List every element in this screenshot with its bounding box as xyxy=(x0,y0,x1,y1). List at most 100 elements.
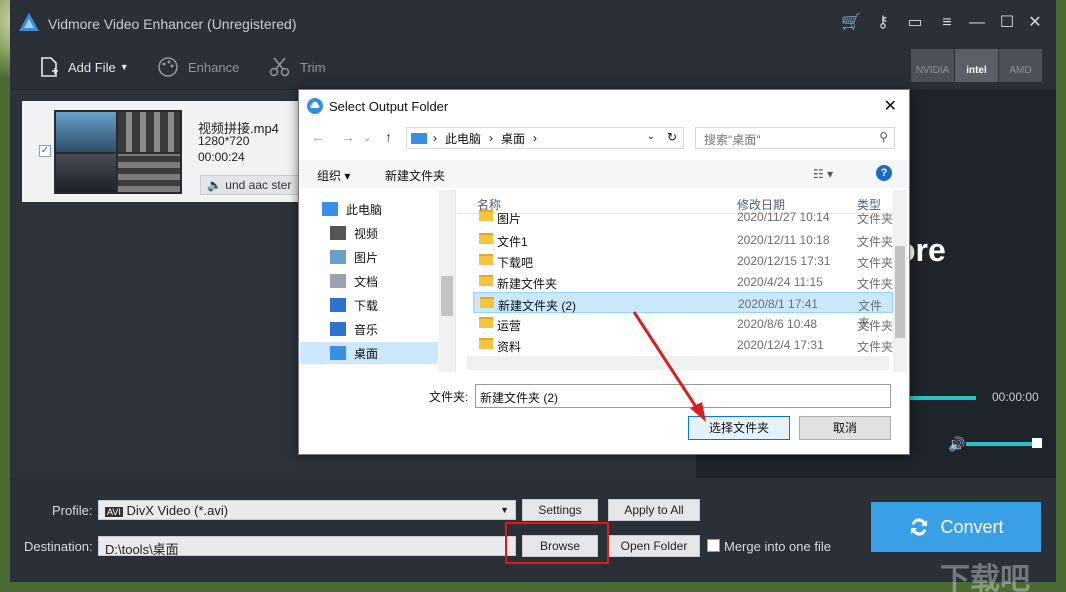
new-folder-button[interactable]: 新建文件夹 xyxy=(385,167,445,184)
folder-row[interactable]: 文件1 2020/12/11 10:18 文件夹 xyxy=(473,229,893,250)
nav-item-label: 下载 xyxy=(354,298,379,313)
merge-checkbox[interactable] xyxy=(707,539,720,552)
select-folder-button[interactable]: 选择文件夹 xyxy=(688,416,790,440)
settings-button[interactable]: Settings xyxy=(522,499,598,521)
breadcrumb-desktop[interactable]: 桌面 xyxy=(501,130,525,147)
folder-icon xyxy=(479,210,493,221)
folder-row-selected[interactable]: 新建文件夹 (2) 2020/8/1 17:41 文件夹 xyxy=(473,292,893,330)
minimize-icon[interactable]: — xyxy=(966,12,988,34)
close-icon[interactable]: ✕ xyxy=(1024,12,1046,34)
add-file-button[interactable]: Add File ▼ xyxy=(38,54,129,80)
nav-item-desktop[interactable]: 桌面 xyxy=(300,342,438,364)
select-folder-label: 选择文件夹 xyxy=(708,421,769,435)
trim-button[interactable]: Trim xyxy=(268,54,326,80)
folder-name: 下载吧 xyxy=(497,256,534,270)
folder-row[interactable]: 资料 2020/12/4 17:31 文件夹 xyxy=(473,334,893,355)
nav-scrollbar-thumb[interactable] xyxy=(441,276,453,316)
folder-name: 新建文件夹 (2) xyxy=(498,299,577,313)
cancel-button[interactable]: 取消 xyxy=(799,416,891,440)
file-card[interactable]: ✓ 视频拼接.mp4 1280*720 00:00:24 🔈 und aac s… xyxy=(22,101,312,202)
folder-name: 图片 xyxy=(497,212,522,224)
list-scrollbar-thumb[interactable] xyxy=(895,246,905,338)
volume-slider-handle[interactable] xyxy=(1032,438,1042,448)
desktop-folder-icon xyxy=(330,346,346,360)
open-folder-label: Open Folder xyxy=(620,539,688,553)
avi-icon: AVI xyxy=(105,507,123,517)
menu-icon[interactable]: ≡ xyxy=(936,12,958,34)
folder-date: 2020/12/15 17:31 xyxy=(737,254,831,268)
address-dropdown-icon[interactable]: ⌄ xyxy=(647,131,655,142)
hw-amd-button[interactable]: AMD xyxy=(999,49,1042,82)
folder-type: 文件夹 xyxy=(857,212,893,224)
cart-icon[interactable]: 🛒 xyxy=(840,12,862,34)
enhance-button[interactable]: Enhance xyxy=(156,54,239,80)
folder-date: 2020/8/6 10:48 xyxy=(737,317,818,331)
nav-item-label: 桌面 xyxy=(354,346,379,361)
apply-to-all-button[interactable]: Apply to All xyxy=(608,499,700,521)
forward-arrow-icon[interactable]: → xyxy=(341,129,355,145)
back-arrow-icon[interactable]: ← xyxy=(311,129,325,145)
music-note-icon xyxy=(330,322,346,336)
chat-icon[interactable]: ▭ xyxy=(904,12,926,34)
folder-type: 文件夹 xyxy=(857,319,894,333)
video-thumbnail xyxy=(54,110,182,194)
search-input[interactable]: 搜索"桌面" ⚲ xyxy=(695,127,895,149)
cloud-app-icon xyxy=(307,98,323,114)
breadcrumb-separator-icon: › xyxy=(433,131,437,145)
playback-progress-bar[interactable] xyxy=(906,396,976,400)
folder-type: 文件夹 xyxy=(857,340,894,354)
folder-row[interactable]: 新建文件夹 2020/4/24 11:15 文件夹 xyxy=(473,271,893,292)
refresh-icon[interactable]: ↻ xyxy=(667,130,677,144)
audio-track-select[interactable]: 🔈 und aac ster xyxy=(200,175,312,195)
folder-name-value: 新建文件夹 (2) xyxy=(480,391,559,405)
volume-slider[interactable] xyxy=(966,442,1036,446)
trim-label: Trim xyxy=(300,59,326,75)
hw-nvidia-label: NVIDIA xyxy=(915,65,950,76)
scissors-icon xyxy=(269,57,290,77)
help-icon[interactable]: ? xyxy=(876,165,892,181)
breadcrumb-separator-icon: › xyxy=(489,131,494,145)
list-scrollbar[interactable] xyxy=(893,190,907,372)
breadcrumb-this-pc[interactable]: 此电脑 xyxy=(445,130,481,147)
app-logo-icon xyxy=(19,13,39,31)
folder-icon xyxy=(479,254,493,265)
add-file-icon xyxy=(41,57,58,77)
file-checkbox[interactable]: ✓ xyxy=(39,145,51,157)
horizontal-scrollbar[interactable] xyxy=(467,356,889,370)
enhance-label: Enhance xyxy=(188,59,240,75)
convert-icon xyxy=(911,518,928,536)
breadcrumb-separator-icon: › xyxy=(533,131,538,145)
folder-type: 文件夹 xyxy=(857,235,894,249)
folder-row[interactable]: 图片 2020/11/27 10:14 文件夹 xyxy=(473,210,893,224)
dialog-close-icon[interactable]: ✕ xyxy=(884,96,897,116)
organize-menu[interactable]: 组织 ▾ xyxy=(317,167,350,184)
nav-item-label: 图片 xyxy=(354,250,379,265)
folder-icon xyxy=(480,297,494,308)
video-folder-icon xyxy=(330,226,346,240)
folder-name-input[interactable]: 新建文件夹 (2) xyxy=(475,384,891,408)
select-folder-dialog: Select Output Folder ✕ ← → ⌄ ↑ › 此电脑 › 桌… xyxy=(298,89,910,455)
convert-label: Convert xyxy=(940,516,1004,537)
destination-value: D:\tools\桌面 xyxy=(105,542,179,557)
address-bar[interactable]: › 此电脑 › 桌面 › ⌄ ↻ xyxy=(406,127,684,149)
volume-icon[interactable]: 🔊 xyxy=(948,436,965,453)
recent-chevron-icon[interactable]: ⌄ xyxy=(363,133,371,144)
folder-row[interactable]: 运营 2020/8/6 10:48 文件夹 xyxy=(473,313,893,334)
view-options-icon[interactable]: ☷ ▾ xyxy=(813,167,833,181)
toolbar: Add File ▼ Enhance Trim NVIDIA intel AMD xyxy=(10,44,1056,90)
maximize-icon[interactable]: ☐ xyxy=(996,12,1018,34)
computer-icon xyxy=(322,202,338,216)
hw-intel-button[interactable]: intel xyxy=(955,49,998,82)
nav-scrollbar[interactable] xyxy=(439,190,455,372)
destination-input[interactable]: D:\tools\桌面 xyxy=(98,536,516,557)
navigation-pane: 此电脑 视频 图片 文档 下载 音乐 桌面 xyxy=(300,190,456,372)
folder-row[interactable]: 下载吧 2020/12/15 17:31 文件夹 xyxy=(473,250,893,271)
up-arrow-icon[interactable]: ↑ xyxy=(385,129,392,145)
key-icon[interactable]: ⚷ xyxy=(872,12,894,34)
open-folder-button[interactable]: Open Folder xyxy=(608,535,700,557)
convert-button[interactable]: Convert xyxy=(871,502,1041,552)
hw-nvidia-button[interactable]: NVIDIA xyxy=(911,49,954,82)
merge-label: Merge into one file xyxy=(724,539,831,554)
folder-icon xyxy=(479,233,493,244)
profile-select[interactable]: AVI DivX Video (*.avi) ▼ xyxy=(98,500,516,520)
